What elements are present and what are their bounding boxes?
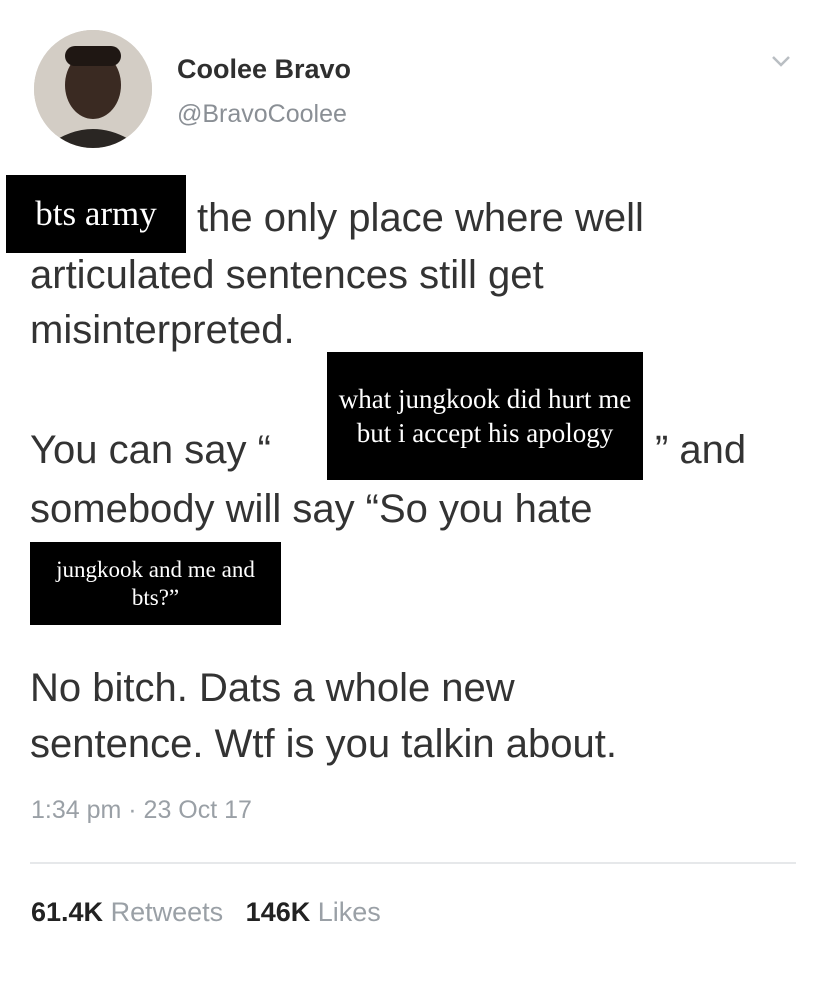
retweet-label: Retweets xyxy=(110,897,224,927)
caption-overlay-top: bts army xyxy=(6,175,186,253)
tweet-text-line-4-start: You can say “ xyxy=(30,428,271,472)
caption-overlay-middle: what jungkook did hurt me but i accept h… xyxy=(327,352,643,480)
like-count: 146K xyxy=(245,897,311,927)
tweet-text-line-2: articulated sentences still get xyxy=(30,253,544,297)
display-name[interactable]: Coolee Bravo xyxy=(177,54,351,85)
engagement-stats: 61.4K Retweets 146K Likes xyxy=(31,897,381,928)
tweet-text-line-7: sentence. Wtf is you talkin about. xyxy=(30,722,617,766)
retweet-stat[interactable]: 61.4K Retweets xyxy=(31,897,231,927)
chevron-down-icon[interactable] xyxy=(770,50,792,72)
tweet-text-line-3: misinterpreted. xyxy=(30,308,295,352)
user-handle[interactable]: @BravoCoolee xyxy=(177,100,347,129)
tweet-text-line-4-end: ” and xyxy=(655,428,747,472)
avatar[interactable] xyxy=(34,30,152,148)
like-stat[interactable]: 146K Likes xyxy=(246,897,381,927)
retweet-count: 61.4K xyxy=(31,897,104,927)
caption-overlay-bottom: jungkook and me and bts?” xyxy=(30,542,281,625)
tweet-text-line-6: No bitch. Dats a whole new xyxy=(30,666,515,710)
tweet-timestamp[interactable]: 1:34 pm · 23 Oct 17 xyxy=(31,796,252,825)
divider xyxy=(30,862,796,864)
tweet-text-line-1: the only place where well xyxy=(197,196,644,240)
like-label: Likes xyxy=(317,897,381,927)
tweet-text-line-5: somebody will say “So you hate xyxy=(30,487,593,531)
